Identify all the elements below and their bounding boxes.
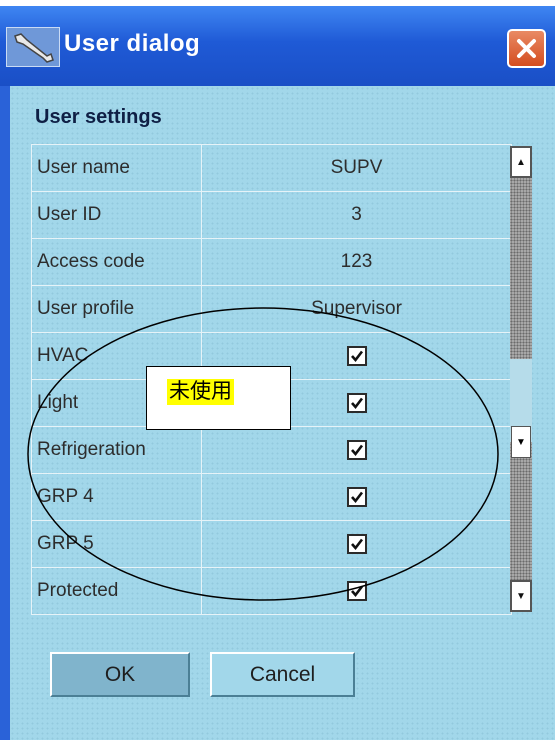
row-label: Access code [32,239,202,286]
checkbox[interactable] [346,581,367,601]
wrench-icon [6,27,60,67]
table-row[interactable]: GRP 4 [32,474,512,521]
arrow-down-icon: ▼ [516,590,526,602]
window-title: User dialog [64,30,201,57]
checkbox[interactable] [346,440,367,460]
row-label: GRP 4 [32,474,202,521]
group-title: User settings [35,106,162,128]
ok-button[interactable]: OK [50,652,190,697]
row-value[interactable]: 123 [202,239,512,286]
close-button[interactable] [507,29,546,68]
table-row[interactable]: Access code 123 [32,239,512,286]
title-bar[interactable]: User dialog [0,6,555,86]
row-checkbox-cell [202,427,512,474]
row-checkbox-cell [202,521,512,568]
close-icon [517,39,536,58]
checkmark-icon [350,444,363,457]
table-row[interactable]: Refrigeration [32,427,512,474]
checkmark-icon [350,538,363,551]
row-checkbox-cell [202,474,512,521]
annotation-text: 未使用 [167,379,234,405]
row-value[interactable]: Supervisor [202,286,512,333]
table-row[interactable]: User ID 3 [32,192,512,239]
checkbox[interactable] [346,346,367,366]
row-label: User name [32,145,202,192]
table-row[interactable]: GRP 5 [32,521,512,568]
annotation-callout: 未使用 [146,366,291,430]
table-row[interactable]: Protected [32,568,512,615]
arrow-down-icon: ▼ [516,436,526,448]
row-checkbox-cell [202,568,512,615]
vertical-scrollbar[interactable]: ▲ ▼ ▼ [510,146,532,612]
checkbox[interactable] [346,487,367,507]
checkbox[interactable] [346,534,367,554]
checkmark-icon [350,585,363,598]
row-label: Refrigeration [32,427,202,474]
row-value[interactable]: SUPV [202,145,512,192]
arrow-up-icon: ▲ [516,156,526,168]
checkmark-icon [350,350,363,363]
scroll-down-button[interactable]: ▼ [511,426,531,458]
checkmark-icon [350,491,363,504]
table-row[interactable]: User name SUPV [32,145,512,192]
checkmark-icon [350,397,363,410]
row-label: User ID [32,192,202,239]
scroll-up-button[interactable]: ▲ [510,146,532,178]
row-value[interactable]: 3 [202,192,512,239]
row-label: Protected [32,568,202,615]
checkbox[interactable] [346,393,367,413]
scroll-down-button[interactable]: ▼ [510,580,532,612]
row-label: User profile [32,286,202,333]
row-label: GRP 5 [32,521,202,568]
cancel-button[interactable]: Cancel [210,652,355,697]
table-row[interactable]: User profile Supervisor [32,286,512,333]
